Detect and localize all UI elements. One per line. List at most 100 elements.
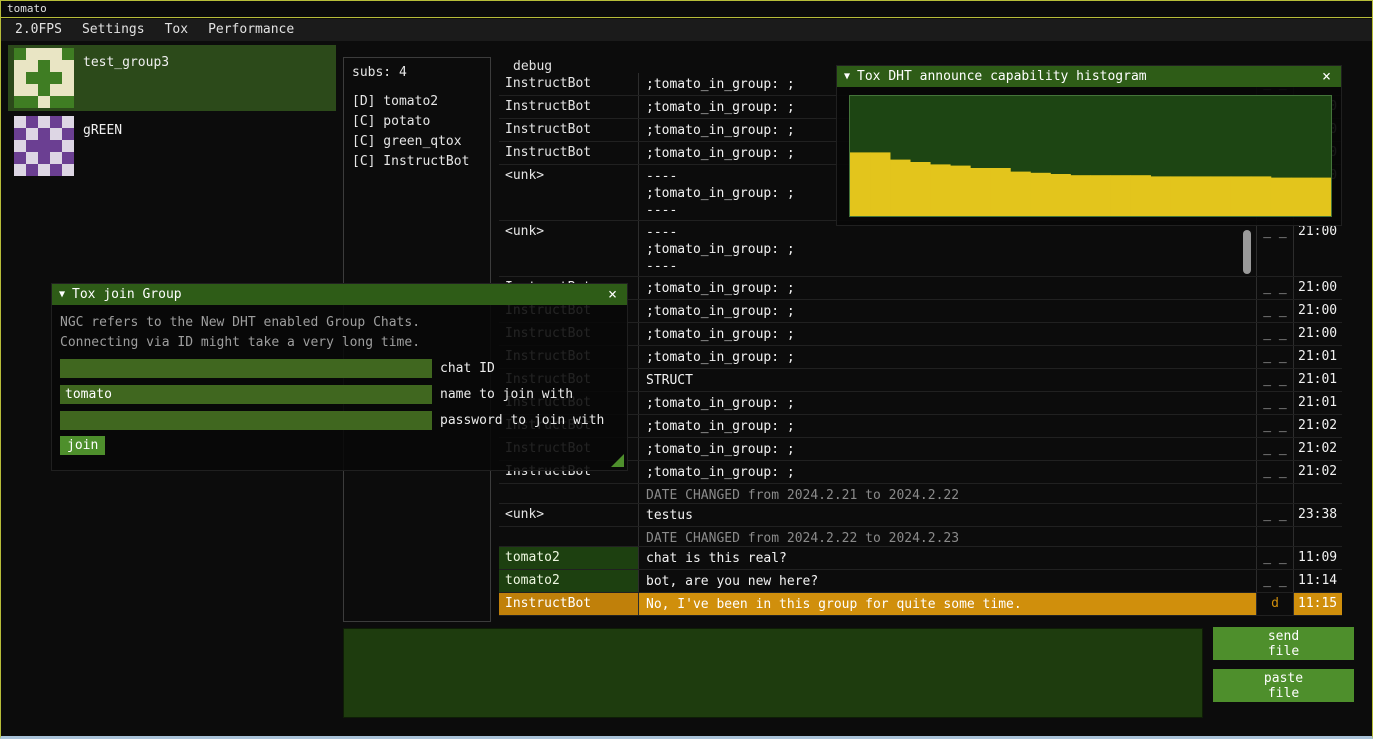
menu-item-tox[interactable]: Tox — [155, 19, 198, 41]
chat-timestamp: 21:00 — [1293, 323, 1342, 345]
chat-timestamp — [1293, 484, 1342, 503]
chat-timestamp: 11:15 — [1293, 593, 1342, 615]
chat-sender: tomato2 — [499, 547, 638, 569]
chat-row[interactable]: DATE CHANGED from 2024.2.21 to 2024.2.22 — [499, 484, 1342, 504]
menu-items: SettingsToxPerformance — [72, 19, 304, 41]
chat-flags: _ _ — [1256, 392, 1293, 414]
chat-sender: <unk> — [499, 165, 638, 220]
member-item[interactable]: [C] green_qtox — [352, 132, 482, 152]
chat-message: ;tomato_in_group: ; — [638, 438, 1256, 460]
member-item[interactable]: [D] tomato2 — [352, 92, 482, 112]
chat-sender: InstructBot — [499, 142, 638, 164]
chat-timestamp: 21:01 — [1293, 392, 1342, 414]
chat-sender — [499, 484, 638, 503]
chat-flags: d — [1256, 593, 1293, 615]
dht-histogram-titlebar: ▼ Tox DHT announce capability histogram … — [837, 66, 1341, 87]
member-list: [D] tomato2[C] potato[C] green_qtox[C] I… — [352, 92, 482, 172]
chat-message: ;tomato_in_group: ; — [638, 415, 1256, 437]
chat-timestamp: 23:38 — [1293, 504, 1342, 526]
close-icon[interactable]: × — [605, 287, 620, 302]
join-password-label: password to join with — [440, 413, 604, 428]
chat-timestamp: 21:01 — [1293, 346, 1342, 368]
roster-item-test_group3[interactable]: test_group3 — [8, 45, 336, 111]
join-group-title: Tox join Group — [72, 287, 598, 302]
join-button[interactable]: join — [60, 436, 105, 455]
chat-flags: _ _ — [1256, 461, 1293, 483]
tab-debug[interactable]: debug — [513, 59, 552, 74]
chat-scrollbar[interactable] — [1243, 230, 1251, 274]
chat-message: ;tomato_in_group: ; — [638, 346, 1256, 368]
chat-id-input[interactable] — [60, 359, 432, 378]
dht-histogram-plot — [849, 95, 1332, 217]
chat-message: STRUCT — [638, 369, 1256, 391]
chat-message: chat is this real? — [638, 547, 1256, 569]
chat-timestamp: 11:14 — [1293, 570, 1342, 592]
chat-flags: _ _ — [1256, 504, 1293, 526]
chat-flags: _ _ — [1256, 438, 1293, 460]
join-password-input[interactable] — [60, 411, 432, 430]
chat-timestamp: 21:00 — [1293, 300, 1342, 322]
collapse-arrow-icon[interactable]: ▼ — [844, 71, 850, 82]
chat-flags: _ _ — [1256, 547, 1293, 569]
chat-sender: tomato2 — [499, 570, 638, 592]
resize-grip[interactable] — [611, 454, 624, 467]
chat-row[interactable]: tomato2bot, are you new here?_ _11:14 — [499, 570, 1342, 593]
chat-flags: _ _ — [1256, 300, 1293, 322]
member-item[interactable]: [C] InstructBot — [352, 152, 482, 172]
chat-flags: _ _ — [1256, 570, 1293, 592]
chat-flags: _ _ — [1256, 415, 1293, 437]
menu-bar: 2.0FPS SettingsToxPerformance — [1, 19, 1372, 41]
fps-counter: 2.0FPS — [5, 19, 72, 41]
chat-message: ;tomato_in_group: ; — [638, 461, 1256, 483]
message-input[interactable] — [343, 628, 1203, 718]
chat-row[interactable]: DATE CHANGED from 2024.2.22 to 2024.2.23 — [499, 527, 1342, 547]
close-icon[interactable]: × — [1319, 69, 1334, 84]
roster-item-gREEN[interactable]: gREEN — [8, 113, 336, 179]
menu-item-performance[interactable]: Performance — [198, 19, 304, 41]
chat-message: bot, are you new here? — [638, 570, 1256, 592]
paste-file-button[interactable]: paste file — [1213, 669, 1354, 702]
chat-row[interactable]: <unk>testus_ _23:38 — [499, 504, 1342, 527]
join-name-label: name to join with — [440, 387, 573, 402]
chat-flags: _ _ — [1256, 277, 1293, 299]
chat-timestamp: 21:00 — [1293, 277, 1342, 299]
chat-message: No, I've been in this group for quite so… — [638, 593, 1256, 615]
window-title: tomato — [1, 1, 1372, 18]
chat-timestamp: 21:00 — [1293, 221, 1342, 276]
join-group-body: NGC refers to the New DHT enabled Group … — [52, 305, 627, 463]
chat-message: ---- ;tomato_in_group: ; ---- — [638, 221, 1256, 276]
chat-flags — [1256, 527, 1293, 546]
chat-id-label: chat ID — [440, 361, 495, 376]
menu-item-settings[interactable]: Settings — [72, 19, 155, 41]
join-name-input[interactable] — [60, 385, 432, 404]
member-item[interactable]: [C] potato — [352, 112, 482, 132]
chat-sender: InstructBot — [499, 119, 638, 141]
join-group-window: ▼ Tox join Group × NGC refers to the New… — [51, 283, 628, 471]
chat-timestamp: 21:01 — [1293, 369, 1342, 391]
chat-row[interactable]: InstructBotNo, I've been in this group f… — [499, 593, 1342, 616]
chat-message: ;tomato_in_group: ; — [638, 277, 1256, 299]
chat-timestamp: 21:02 — [1293, 415, 1342, 437]
join-info-line: Connecting via ID might take a very long… — [60, 333, 619, 352]
chat-message: testus — [638, 504, 1256, 526]
chat-message: ;tomato_in_group: ; — [638, 300, 1256, 322]
chat-message: DATE CHANGED from 2024.2.22 to 2024.2.23 — [638, 527, 1256, 546]
dht-histogram-title: Tox DHT announce capability histogram — [857, 69, 1312, 84]
chat-sender: <unk> — [499, 221, 638, 276]
roster-item-label: gREEN — [83, 116, 122, 176]
chat-sender: <unk> — [499, 504, 638, 526]
chat-timestamp: 21:02 — [1293, 461, 1342, 483]
collapse-arrow-icon[interactable]: ▼ — [59, 289, 65, 300]
join-info-line: NGC refers to the New DHT enabled Group … — [60, 313, 619, 332]
send-file-button[interactable]: send file — [1213, 627, 1354, 660]
avatar — [14, 48, 74, 108]
chat-flags: _ _ — [1256, 221, 1293, 276]
roster-item-label: test_group3 — [83, 48, 169, 108]
chat-timestamp — [1293, 527, 1342, 546]
chat-sender — [499, 527, 638, 546]
chat-sender: InstructBot — [499, 73, 638, 95]
chat-message: DATE CHANGED from 2024.2.21 to 2024.2.22 — [638, 484, 1256, 503]
app-window: tomato 2.0FPS SettingsToxPerformance tes… — [0, 0, 1373, 739]
chat-row[interactable]: <unk>---- ;tomato_in_group: ; ----_ _21:… — [499, 221, 1342, 277]
chat-row[interactable]: tomato2chat is this real?_ _11:09 — [499, 547, 1342, 570]
